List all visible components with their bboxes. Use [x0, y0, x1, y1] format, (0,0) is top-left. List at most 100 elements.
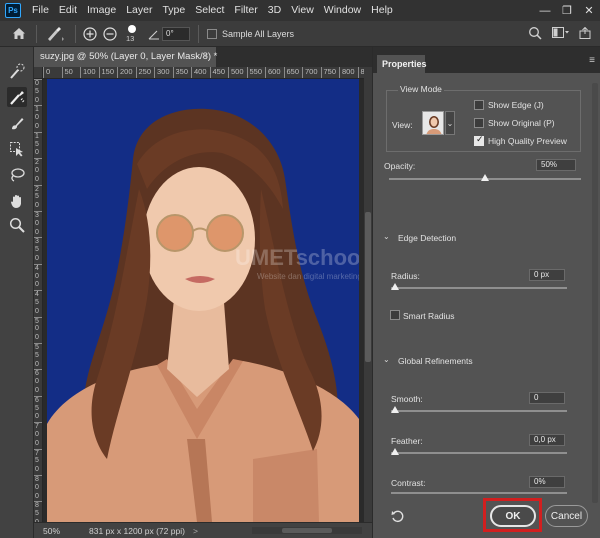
- ruler-tick-label: 0: [35, 360, 39, 368]
- zoom-tool-icon[interactable]: [7, 215, 27, 235]
- chevron-down-icon[interactable]: ⌄: [383, 232, 390, 241]
- add-to-mask-icon[interactable]: [80, 22, 100, 46]
- tab-properties[interactable]: Properties: [377, 55, 427, 73]
- status-menu-arrow-icon[interactable]: >: [193, 526, 198, 536]
- global-refinements-title[interactable]: Global Refinements: [398, 356, 473, 366]
- close-button[interactable]: ✕: [578, 0, 600, 21]
- panel-menu-icon[interactable]: ≡: [589, 55, 595, 66]
- vertical-ruler: 0501001502002503003504004505005506006507…: [34, 79, 43, 522]
- menu-layer[interactable]: Layer: [121, 0, 157, 21]
- cancel-button[interactable]: Cancel: [545, 505, 588, 527]
- ruler-tick-label: 600: [265, 67, 281, 78]
- refine-edge-brush-tool-icon[interactable]: [7, 87, 27, 107]
- ruler-tick-label: 5: [35, 193, 39, 201]
- share-icon[interactable]: [579, 26, 591, 42]
- view-mode-title: View Mode: [398, 84, 444, 94]
- chevron-down-icon[interactable]: ⌄: [383, 355, 390, 364]
- show-edge-checkbox[interactable]: [474, 100, 484, 110]
- ok-button[interactable]: OK: [490, 505, 536, 527]
- horizontal-scrollbar-thumb[interactable]: [282, 528, 332, 533]
- feather-slider-thumb[interactable]: [391, 448, 399, 455]
- ruler-tick-label: 500: [228, 67, 244, 78]
- document-image[interactable]: UMETschool Website dan digital marketing: [47, 79, 359, 522]
- properties-scrollbar[interactable]: [592, 83, 598, 503]
- sample-all-layers-label: Sample All Layers: [222, 28, 295, 39]
- close-tab-icon[interactable]: ×: [202, 47, 208, 67]
- menu-window[interactable]: Window: [319, 0, 366, 21]
- vertical-scrollbar-thumb[interactable]: [365, 212, 371, 362]
- view-mode-thumbnail[interactable]: [422, 111, 444, 135]
- ruler-tick-label: 0: [35, 281, 39, 289]
- contrast-input[interactable]: 0%: [529, 476, 565, 488]
- opacity-slider-thumb[interactable]: [481, 174, 489, 181]
- view-label: View:: [392, 120, 413, 130]
- workspace-icon[interactable]: [552, 27, 570, 42]
- menu-edit[interactable]: Edit: [54, 0, 82, 21]
- radius-slider[interactable]: [391, 287, 567, 289]
- ruler-tick-label: 0: [35, 307, 39, 315]
- zoom-level[interactable]: 50%: [43, 526, 81, 536]
- object-selection-tool-icon[interactable]: [7, 139, 27, 159]
- smooth-slider-thumb[interactable]: [391, 406, 399, 413]
- divider: [36, 24, 37, 43]
- smart-radius-checkbox[interactable]: [390, 310, 400, 320]
- ruler-tick-label: 350: [172, 67, 188, 78]
- show-original-checkbox[interactable]: [474, 118, 484, 128]
- menu-image[interactable]: Image: [82, 0, 121, 21]
- hand-tool-icon[interactable]: [7, 191, 27, 211]
- feather-slider[interactable]: [391, 452, 567, 454]
- properties-panel: Properties ≡ View Mode View: ⌄ Show Edge…: [372, 47, 600, 538]
- feather-label: Feather:: [391, 436, 423, 446]
- search-icon[interactable]: [528, 26, 542, 43]
- high-quality-preview-checkbox[interactable]: [474, 134, 484, 146]
- menu-select[interactable]: Select: [190, 0, 229, 21]
- ruler-tick-label: 4: [34, 290, 42, 299]
- home-icon[interactable]: [6, 22, 32, 46]
- feather-input[interactable]: 0,0 px: [529, 434, 565, 446]
- ruler-tick-label: 6: [34, 395, 42, 405]
- ruler-tick-label: 1: [34, 105, 42, 114]
- ruler-tick-label: 6: [34, 369, 42, 378]
- menu-filter[interactable]: Filter: [229, 0, 262, 21]
- smooth-input[interactable]: 0: [529, 392, 565, 404]
- high-quality-preview-label: High Quality Preview: [488, 136, 567, 146]
- ruler-tick-label: 0: [35, 272, 39, 280]
- menu-file[interactable]: File: [27, 0, 54, 21]
- brush-size-picker[interactable]: 13: [120, 22, 146, 46]
- ruler-tick-label: 0: [35, 431, 39, 438]
- brush-tool-icon[interactable]: [7, 113, 27, 133]
- lasso-tool-icon[interactable]: [7, 165, 27, 185]
- reset-icon[interactable]: [391, 510, 404, 526]
- menu-type[interactable]: Type: [157, 0, 190, 21]
- subtract-from-mask-icon[interactable]: [100, 22, 120, 46]
- radius-label: Radius:: [391, 271, 420, 281]
- menu-help[interactable]: Help: [366, 0, 398, 21]
- horizontal-ruler: 0 50 100 150 200 250 300 350 400 450 500 550 600 650 7…: [43, 67, 364, 79]
- menu-3d[interactable]: 3D: [263, 0, 286, 21]
- ruler-tick-label: 5: [35, 246, 39, 254]
- chevron-down-icon[interactable]: ⌄: [445, 111, 455, 135]
- angle-input[interactable]: 0°: [162, 26, 190, 41]
- menu-view[interactable]: View: [286, 0, 319, 21]
- document-tab[interactable]: suzy.jpg @ 50% (Layer 0, Layer Mask/8) *…: [34, 47, 217, 67]
- radius-slider-thumb[interactable]: [391, 283, 399, 290]
- edge-detection-title[interactable]: Edge Detection: [398, 233, 456, 243]
- document-tab-bar: suzy.jpg @ 50% (Layer 0, Layer Mask/8) *…: [34, 47, 372, 67]
- ruler-tick-label: 5: [35, 87, 39, 95]
- portrait-photo: [47, 79, 359, 522]
- ruler-tick-label: 5: [35, 140, 39, 148]
- ruler-tick-label: 5: [35, 299, 39, 306]
- sample-all-layers-checkbox[interactable]: [207, 28, 217, 39]
- restore-button[interactable]: ❐: [556, 0, 578, 21]
- minimize-button[interactable]: —: [534, 0, 556, 21]
- quick-selection-tool-icon[interactable]: [7, 61, 27, 81]
- refine-brush-preset-icon[interactable]: [41, 22, 71, 46]
- smooth-slider[interactable]: [391, 410, 567, 412]
- ruler-tick-label: 300: [154, 67, 170, 78]
- contrast-slider[interactable]: [391, 492, 567, 494]
- radius-input[interactable]: 0 px: [529, 269, 565, 281]
- vertical-scrollbar[interactable]: [364, 67, 372, 522]
- opacity-input[interactable]: 50%: [536, 159, 576, 171]
- canvas-area[interactable]: UMETschool Website dan digital marketing: [43, 79, 364, 522]
- horizontal-scrollbar[interactable]: [252, 527, 362, 534]
